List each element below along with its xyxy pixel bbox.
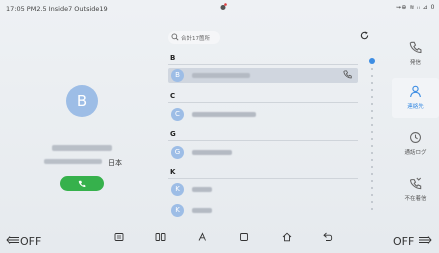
- refresh-icon[interactable]: [360, 31, 369, 40]
- list-item[interactable]: C: [168, 107, 358, 122]
- index-active-dot: [369, 58, 375, 64]
- divider: [168, 178, 358, 179]
- back-icon[interactable]: [323, 232, 334, 242]
- contact-name-redacted: [192, 73, 250, 78]
- fan-right-icon[interactable]: [418, 236, 432, 244]
- nav-missed-calls[interactable]: 不在着信: [392, 170, 439, 210]
- search-input[interactable]: 合計17箇所: [168, 31, 220, 44]
- bottom-bar: OFF OFF: [0, 223, 439, 253]
- list-avatar: G: [171, 146, 184, 159]
- nav-label: 連絡先: [407, 104, 424, 110]
- status-icons: ⇝⊕ ≋ ᵢₗ ⊿ 0: [395, 4, 435, 11]
- notification-icon: [220, 3, 227, 10]
- contact-number-redacted: [44, 159, 102, 164]
- search-icon: [171, 33, 179, 41]
- section-letter-b: B: [170, 54, 176, 62]
- divider: [168, 102, 358, 103]
- nav-call-log[interactable]: 通話ログ: [392, 124, 439, 164]
- contact-name-redacted: [192, 187, 212, 192]
- list-avatar: C: [171, 108, 184, 121]
- steering-icon[interactable]: [197, 232, 207, 242]
- contact-detail-panel: B 日本: [0, 18, 160, 223]
- contact-name-redacted: [192, 208, 212, 213]
- status-bar: 17:05 PM2.5 Inside7 Outside19 ⇝⊕ ≋ ᵢₗ ⊿ …: [0, 0, 439, 18]
- person-icon: [409, 85, 422, 98]
- missed-call-icon: [410, 177, 422, 190]
- seat-heat-icon[interactable]: [114, 232, 124, 242]
- phone-icon: [78, 180, 86, 187]
- home-icon[interactable]: [282, 232, 292, 242]
- contact-region: 日本: [108, 159, 122, 167]
- section-letter-k: K: [170, 168, 176, 176]
- list-avatar: K: [171, 204, 184, 217]
- screen: 17:05 PM2.5 Inside7 Outside19 ⇝⊕ ≋ ᵢₗ ⊿ …: [0, 0, 439, 253]
- contact-name-redacted: [192, 112, 256, 117]
- section-letter-g: G: [170, 130, 176, 138]
- split-screen-icon[interactable]: [155, 232, 166, 242]
- divider: [168, 140, 358, 141]
- list-item[interactable]: K: [168, 203, 358, 218]
- call-button[interactable]: [60, 176, 104, 191]
- fan-left-icon[interactable]: [6, 236, 20, 244]
- list-item[interactable]: B: [168, 68, 358, 83]
- search-placeholder: 合計17箇所: [181, 36, 210, 42]
- right-off-label[interactable]: OFF: [393, 235, 414, 248]
- contact-list-panel: 合計17箇所 B B C C G G K K K: [160, 18, 369, 223]
- status-text: 17:05 PM2.5 Inside7 Outside19: [6, 5, 108, 13]
- phone-icon[interactable]: [343, 70, 352, 79]
- section-letter-c: C: [170, 92, 176, 100]
- alphabet-index[interactable]: [369, 58, 375, 218]
- list-avatar: K: [171, 183, 184, 196]
- nav-label: 発信: [409, 60, 421, 66]
- nav-label: 不在着信: [404, 196, 427, 202]
- nav-dial[interactable]: 発信: [392, 34, 439, 74]
- divider: [168, 64, 358, 65]
- phone-icon: [409, 41, 422, 53]
- contact-name-redacted: [192, 150, 232, 155]
- list-item[interactable]: K: [168, 182, 358, 197]
- contact-name-redacted: [52, 145, 112, 151]
- list-item[interactable]: G: [168, 145, 358, 160]
- left-off-label[interactable]: OFF: [20, 235, 41, 248]
- recent-apps-icon[interactable]: [239, 232, 249, 242]
- contact-avatar: B: [66, 85, 98, 117]
- list-avatar: B: [171, 69, 184, 82]
- nav-contacts[interactable]: 連絡先: [392, 78, 439, 118]
- clock-icon: [410, 132, 421, 143]
- right-nav: 発信 連絡先 通話ログ 不在着信: [392, 18, 439, 223]
- nav-label: 通話ログ: [404, 150, 427, 156]
